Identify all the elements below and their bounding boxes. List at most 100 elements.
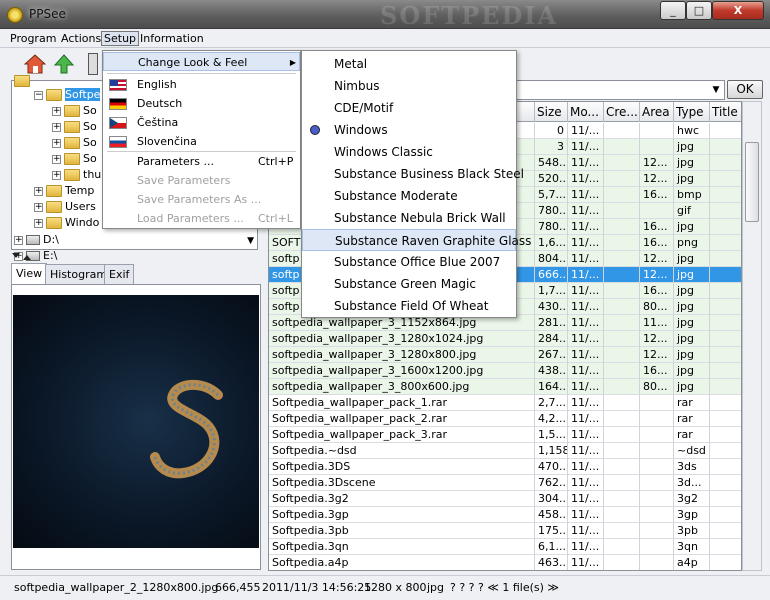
- table-row[interactable]: Softpedia.3gp 458... 11/... 3gp: [269, 507, 741, 523]
- cell-size: 2,7...: [535, 395, 568, 411]
- table-row[interactable]: Softpedia.3Dscene 762... 11/... 3d...: [269, 475, 741, 491]
- table-row[interactable]: Softpedia.a4p 463... 11/... a4p: [269, 555, 741, 570]
- table-scrollbar[interactable]: [742, 101, 762, 571]
- cell-cre: [604, 427, 640, 443]
- tree-row[interactable]: − Softpe: [34, 87, 101, 103]
- cell-type: a4p: [674, 555, 710, 570]
- table-row[interactable]: Softpedia.3qn 6,1... 11/... 3qn: [269, 539, 741, 555]
- tab-exif[interactable]: Exif: [104, 264, 135, 284]
- menu-actions[interactable]: Actions: [61, 32, 101, 45]
- table-row[interactable]: softpedia_wallpaper_3_1280x800.jpg 267...…: [269, 347, 741, 363]
- table-row[interactable]: Softpedia.3g2 304... 11/... 3g2: [269, 491, 741, 507]
- tree-row[interactable]: + Windo: [34, 215, 99, 231]
- title-bar[interactable]: PPSee SOFTPEDIA _ □ X: [0, 0, 770, 30]
- laf-item-windows[interactable]: Windows: [302, 119, 516, 141]
- tree-row[interactable]: + So: [52, 119, 97, 135]
- chevron-down-icon[interactable]: ▼: [708, 81, 724, 99]
- status-extra: ? ? ? ? ≪ 1 file(s) ≫: [450, 581, 559, 594]
- cell-title: [710, 283, 741, 299]
- tree-row[interactable]: + D:\: [14, 232, 59, 248]
- cell-area: [640, 523, 674, 539]
- tab-view[interactable]: View: [11, 263, 48, 284]
- menu-item-english[interactable]: English: [103, 75, 300, 94]
- cell-area: 12...: [640, 347, 674, 363]
- home-icon[interactable]: [23, 53, 47, 75]
- cell-size: 804...: [535, 251, 568, 267]
- cell-mod: 11/...: [568, 395, 604, 411]
- ok-button[interactable]: OK: [727, 80, 763, 99]
- cell-size: 6,1...: [535, 539, 568, 555]
- cell-title: [710, 427, 741, 443]
- cell-area: 16...: [640, 283, 674, 299]
- laf-item-office-blue-2007[interactable]: Substance Office Blue 2007: [302, 251, 516, 273]
- menu-setup[interactable]: Setup: [101, 31, 140, 46]
- table-row[interactable]: Softpedia.3pb 175... 11/... 3pb: [269, 523, 741, 539]
- laf-item-field-of-wheat[interactable]: Substance Field Of Wheat: [302, 295, 516, 317]
- cell-cre: [604, 267, 640, 283]
- up-arrow-icon[interactable]: [53, 53, 75, 75]
- cell-type: jpg: [674, 379, 710, 395]
- column-header-type[interactable]: Type: [674, 102, 710, 122]
- cell-title: [710, 203, 741, 219]
- flag-us-icon: [109, 79, 127, 91]
- cell-type: png: [674, 235, 710, 251]
- column-header-modified[interactable]: Mo...: [568, 102, 604, 122]
- cell-title: [710, 523, 741, 539]
- column-header-area[interactable]: Area: [640, 102, 674, 122]
- laf-item-cde-motif[interactable]: CDE/Motif: [302, 97, 516, 119]
- cell-mod: 11/...: [568, 235, 604, 251]
- maximize-button[interactable]: □: [686, 1, 712, 20]
- laf-item-windows-classic[interactable]: Windows Classic: [302, 141, 516, 163]
- menu-program[interactable]: Program: [10, 32, 56, 45]
- cell-cre: [604, 555, 640, 570]
- cell-size: 1,7...: [535, 283, 568, 299]
- cell-mod: 11/...: [568, 171, 604, 187]
- laf-item-business-black-steel[interactable]: Substance Business Black Steel: [302, 163, 524, 185]
- column-header-title[interactable]: Title: [710, 102, 741, 122]
- table-row[interactable]: Softpedia.~dsd 1,158 11/... ~dsd: [269, 443, 741, 459]
- laf-item-green-magic[interactable]: Substance Green Magic: [302, 273, 516, 295]
- cell-name: Softpedia_wallpaper_pack_3.rar: [269, 427, 535, 443]
- menu-item-slovencina[interactable]: Slovenčina: [103, 132, 300, 151]
- laf-item-metal[interactable]: Metal: [302, 53, 516, 75]
- tree-row[interactable]: + So: [52, 103, 97, 119]
- splitter-handle[interactable]: [11, 252, 258, 262]
- table-row[interactable]: softpedia_wallpaper_3_1600x1200.jpg 438..…: [269, 363, 741, 379]
- table-row[interactable]: softpedia_wallpaper_3_800x600.jpg 164... 1…: [269, 379, 741, 395]
- tree-row[interactable]: + So: [52, 135, 97, 151]
- view-mode-icon[interactable]: [88, 53, 98, 75]
- cell-name: softpedia_wallpaper_3_1280x800.jpg: [269, 347, 535, 363]
- column-header-size[interactable]: Size: [535, 102, 568, 122]
- menu-item-parameters[interactable]: Parameters ... Ctrl+P: [103, 152, 300, 171]
- menu-item-change-look-feel[interactable]: Change Look & Feel ▶: [103, 52, 300, 71]
- table-row[interactable]: Softpedia_wallpaper_pack_3.rar 1,5... 11/.…: [269, 427, 741, 443]
- menu-item-deutsch[interactable]: Deutsch: [103, 94, 300, 113]
- cell-name: Softpedia.3qn: [269, 539, 535, 555]
- table-row[interactable]: Softpedia.3DS 470... 11/... 3ds: [269, 459, 741, 475]
- menu-information[interactable]: Information: [140, 32, 204, 45]
- cell-size: 520...: [535, 171, 568, 187]
- cell-size: 430...: [535, 299, 568, 315]
- chevron-right-icon: ▶: [289, 58, 296, 67]
- table-row[interactable]: Softpedia_wallpaper_pack_1.rar 2,7... 11/.…: [269, 395, 741, 411]
- menu-item-cestina[interactable]: Čeština: [103, 113, 300, 132]
- table-row[interactable]: Softpedia_wallpaper_pack_2.rar 4,2... 11/.…: [269, 411, 741, 427]
- tree-row[interactable]: + So: [52, 151, 97, 167]
- laf-item-nimbus[interactable]: Nimbus: [302, 75, 516, 97]
- minimize-button[interactable]: _: [660, 1, 686, 20]
- scrollbar-thumb[interactable]: [745, 142, 759, 222]
- laf-item-moderate[interactable]: Substance Moderate: [302, 185, 516, 207]
- tree-row[interactable]: + thu: [52, 167, 101, 183]
- laf-item-raven-graphite-glass[interactable]: Substance Raven Graphite Glass: [302, 229, 531, 251]
- cell-type: jpg: [674, 331, 710, 347]
- laf-item-nebula-brick-wall[interactable]: Substance Nebula Brick Wall: [302, 207, 516, 229]
- tree-row[interactable]: + Temp: [34, 183, 94, 199]
- cell-size: 548...: [535, 155, 568, 171]
- close-button[interactable]: X: [712, 1, 764, 20]
- tree-scroll-down-icon[interactable]: ▼: [247, 236, 254, 246]
- tree-row[interactable]: + Users: [34, 199, 96, 215]
- column-header-created[interactable]: Cre...: [604, 102, 640, 122]
- tab-histogram[interactable]: Histogram: [45, 264, 113, 284]
- table-row[interactable]: softpedia_wallpaper_3_1280x1024.jpg 284..…: [269, 331, 741, 347]
- cell-type: rar: [674, 395, 710, 411]
